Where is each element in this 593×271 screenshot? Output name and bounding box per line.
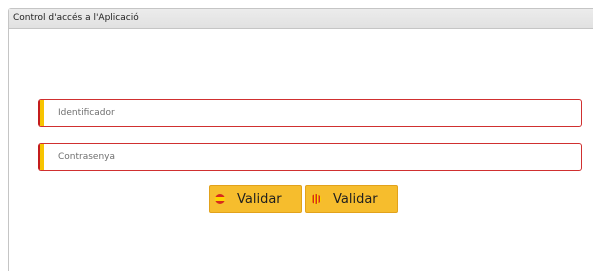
- spain-flag-icon: [215, 194, 225, 204]
- password-input[interactable]: [44, 144, 581, 170]
- identifier-field[interactable]: [38, 99, 582, 127]
- panel-title: Control d'accés a l'Aplicació: [9, 9, 593, 29]
- validate-catalan-label: Validar: [333, 191, 378, 207]
- login-panel: Control d'accés a l'Aplicació Validar Va…: [8, 8, 593, 271]
- validate-catalan-button[interactable]: Validar: [305, 185, 398, 213]
- identifier-input[interactable]: [44, 100, 581, 126]
- catalonia-flag-icon: [311, 194, 321, 204]
- validate-spanish-label: Validar: [237, 191, 282, 207]
- password-field[interactable]: [38, 143, 582, 171]
- validate-spanish-button[interactable]: Validar: [209, 185, 302, 213]
